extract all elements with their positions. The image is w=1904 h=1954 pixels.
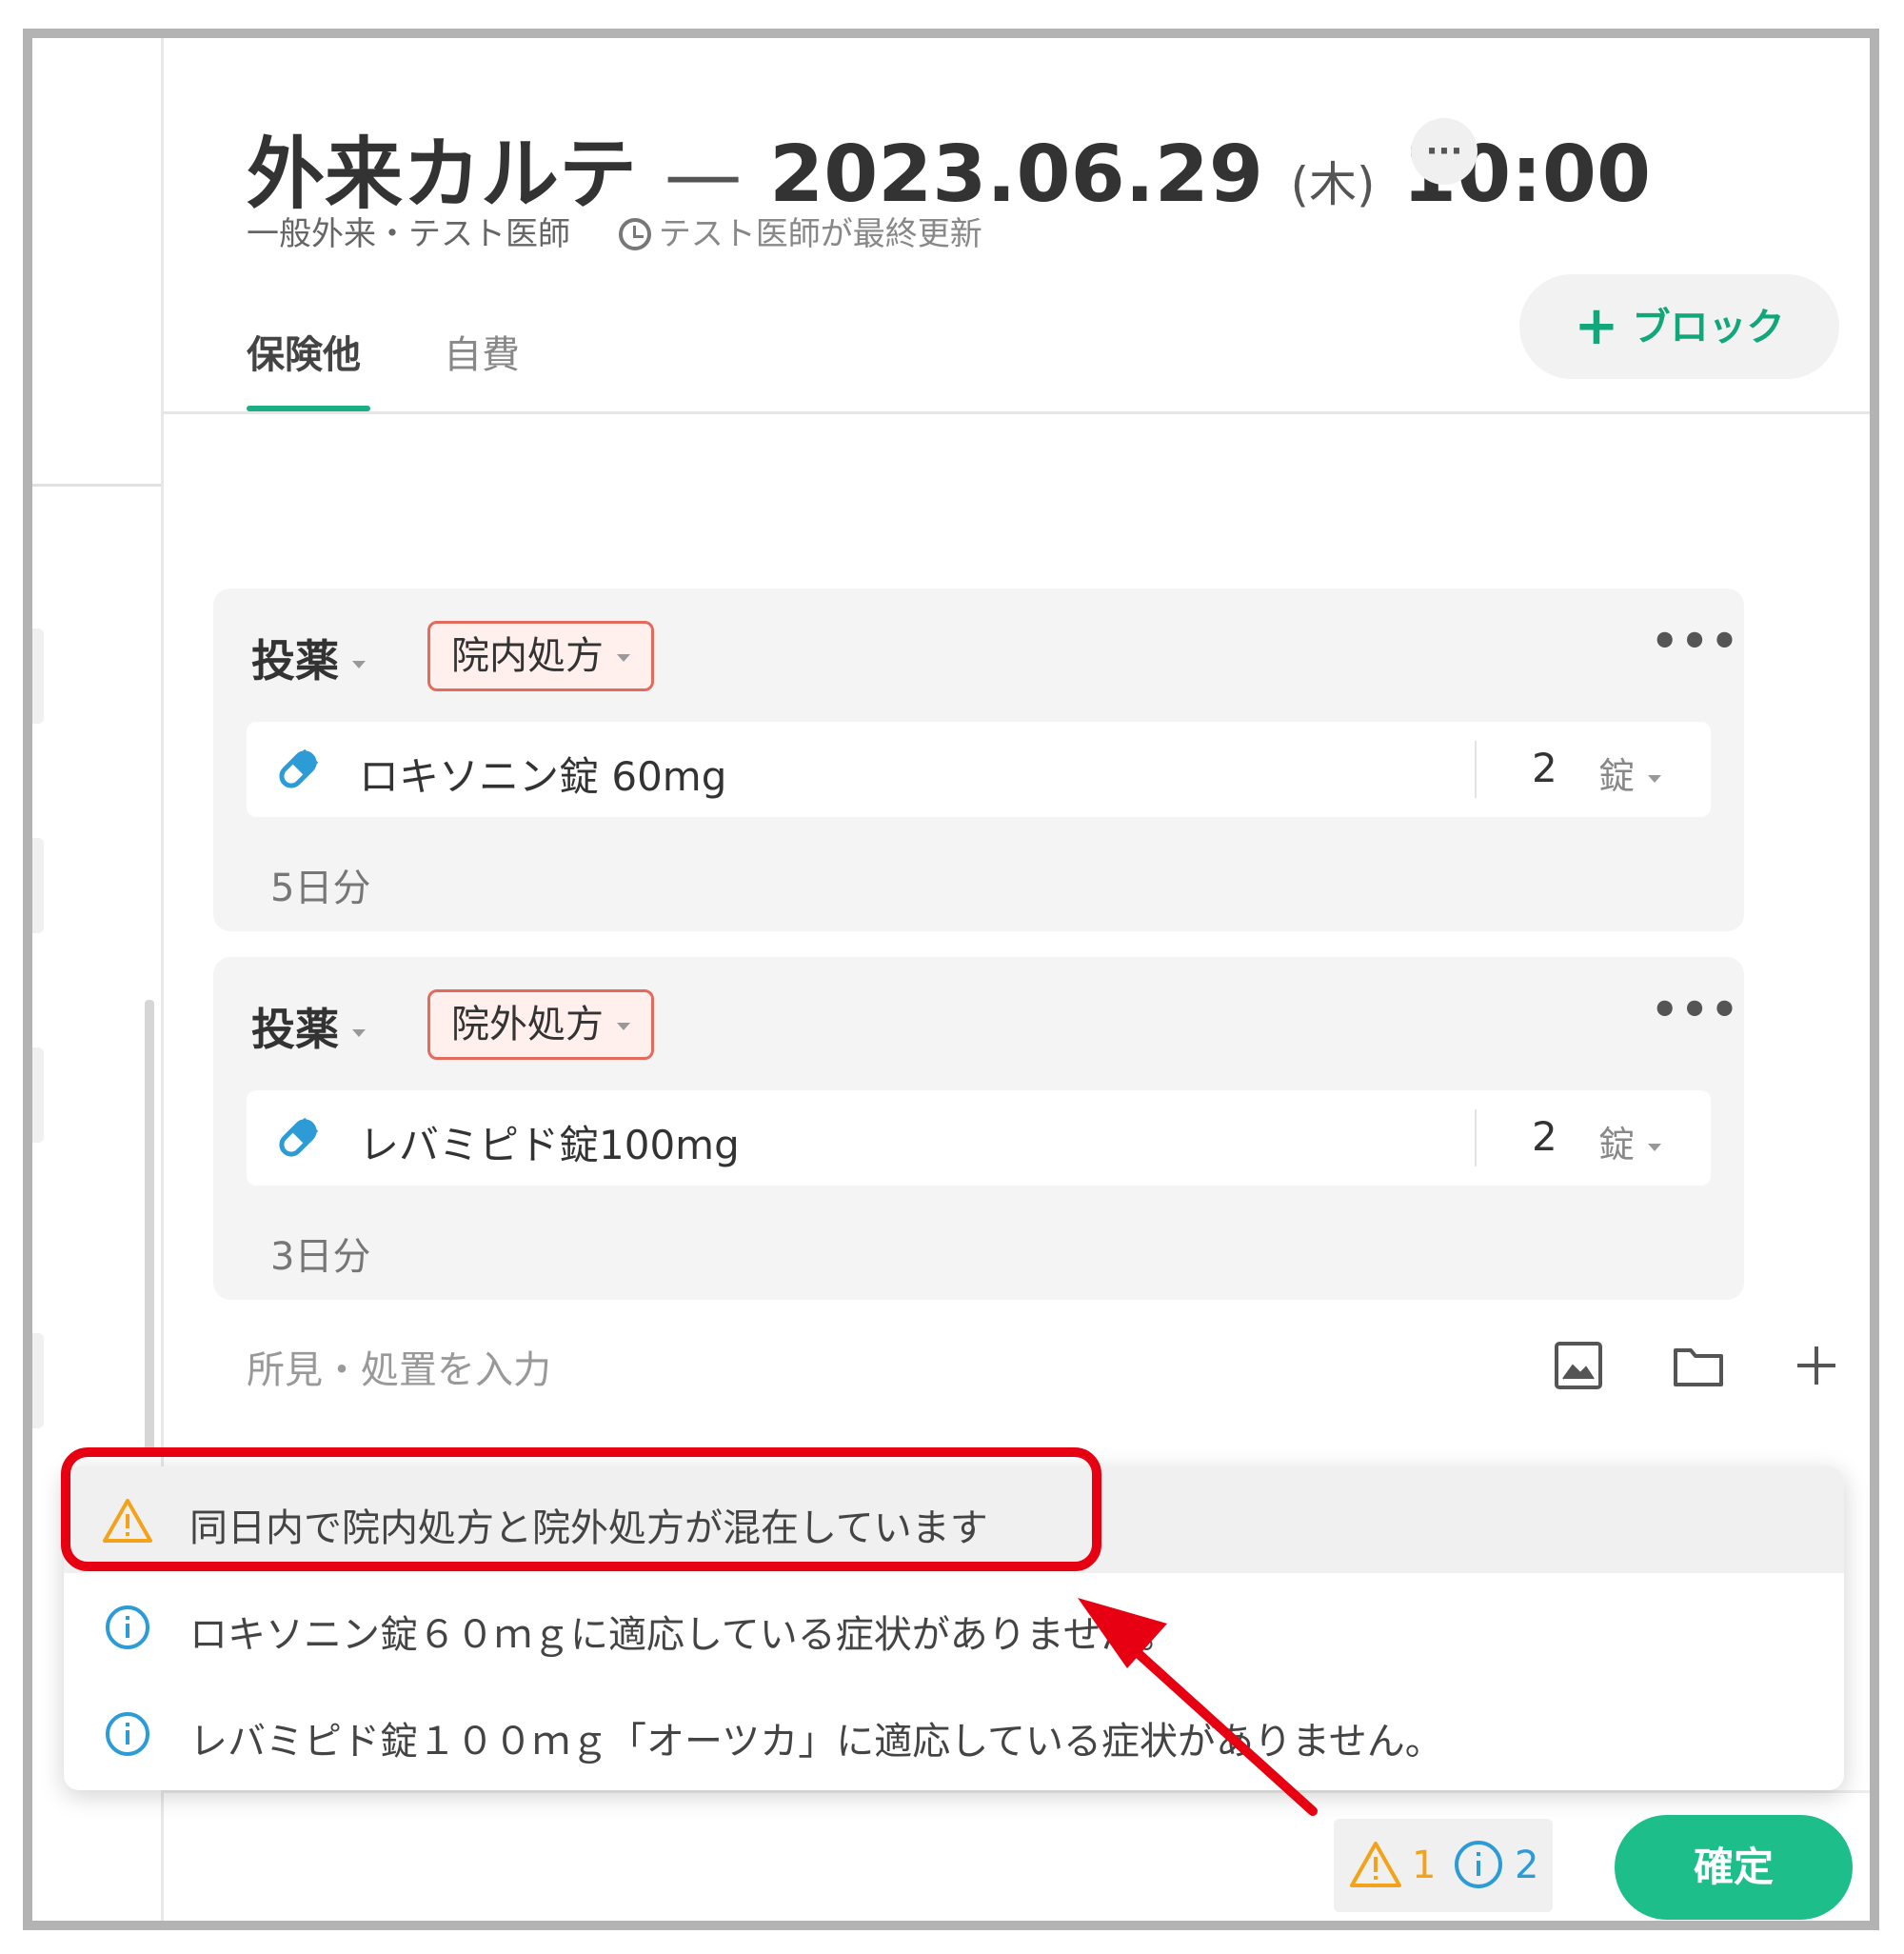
caret-down-icon [617, 654, 630, 662]
unit-selector[interactable]: 錠 [1598, 747, 1662, 799]
block-type-selector[interactable]: 投薬 [251, 995, 366, 1058]
alert-text: レバミピド錠１００ｍｇ「オーツカ」に適応している症状がありません。 [189, 1720, 1443, 1764]
left-panel-item[interactable] [32, 838, 44, 933]
footer-divider [161, 1790, 1870, 1793]
annotation-underline [1332, 1924, 1563, 1930]
scrollbar[interactable] [145, 1000, 154, 1457]
pill-icon [279, 1117, 319, 1157]
quantity-input[interactable]: 2 [1532, 1113, 1557, 1160]
medication-block: 投薬 院外処方 ••• レバミピド錠100mg 2 錠 3日分 [213, 957, 1744, 1300]
unit-label: 錠 [1598, 1124, 1636, 1166]
annotation-highlight-box [61, 1447, 1101, 1571]
prescription-type-selector[interactable]: 院内処方 [427, 621, 654, 691]
last-updated: テスト医師が最終更新 [618, 215, 982, 253]
caret-down-icon [617, 1023, 630, 1030]
left-panel-divider [32, 484, 161, 487]
block-more-button[interactable]: ••• [1651, 615, 1740, 667]
block-more-button[interactable]: ••• [1651, 984, 1740, 1035]
findings-input[interactable]: 所見・処置を入力 [247, 1339, 551, 1394]
header-more-button[interactable]: ··· [1411, 118, 1478, 185]
warning-count: 1 [1412, 1844, 1437, 1887]
visit-date: 2023.06.29 [769, 130, 1263, 220]
caret-down-icon [352, 1028, 366, 1037]
info-count: 2 [1515, 1844, 1539, 1887]
title-text: 外来カルテ [247, 130, 638, 220]
left-panel-item[interactable] [32, 628, 44, 724]
confirm-button[interactable]: 確定 [1615, 1815, 1853, 1920]
left-panel-item[interactable] [32, 1333, 44, 1428]
plus-icon: + [1574, 295, 1619, 357]
drug-row[interactable]: ロキソニン錠 60mg 2 錠 [247, 722, 1711, 817]
caret-down-icon [1648, 1143, 1662, 1151]
caret-down-icon [352, 660, 366, 668]
unit-selector[interactable]: 錠 [1598, 1115, 1662, 1167]
alert-status-button[interactable]: 1 2 [1334, 1819, 1553, 1912]
dosage-days[interactable]: 5日分 [270, 857, 370, 912]
history-icon [618, 218, 651, 250]
caret-down-icon [1648, 774, 1662, 783]
prescription-type-label: 院内処方 [451, 634, 604, 678]
drug-name: レバミピド錠100mg [359, 1122, 740, 1168]
unit-label: 錠 [1598, 755, 1636, 797]
block-type-label: 投薬 [251, 1004, 339, 1055]
tab-self-pay[interactable]: 自費 [444, 324, 520, 379]
drug-row[interactable]: レバミピド錠100mg 2 錠 [247, 1090, 1711, 1186]
add-block-label: ブロック [1632, 306, 1785, 349]
dosage-days[interactable]: 3日分 [270, 1226, 370, 1281]
medication-block: 投薬 院内処方 ••• ロキソニン錠 60mg 2 錠 5日分 [213, 588, 1744, 931]
last-updated-text: テスト医師が最終更新 [658, 215, 982, 253]
row-separator [1475, 1109, 1477, 1166]
title-dash: — [664, 130, 743, 220]
block-type-label: 投薬 [251, 635, 339, 687]
info-circle-icon [1455, 1841, 1502, 1888]
left-panel-item[interactable] [32, 1047, 44, 1143]
add-block-button[interactable]: + ブロック [1519, 274, 1839, 379]
tab-divider [161, 411, 1870, 414]
image-icon[interactable] [1552, 1339, 1605, 1392]
warning-triangle-icon [1350, 1842, 1401, 1887]
info-circle-icon [106, 1712, 149, 1756]
info-circle-icon [106, 1605, 149, 1649]
plus-icon[interactable] [1790, 1339, 1843, 1392]
tab-insurance[interactable]: 保険他 [247, 324, 361, 379]
alert-item-info[interactable]: レバミピド錠１００ｍｇ「オーツカ」に適応している症状がありません。 [64, 1680, 1844, 1786]
quantity-input[interactable]: 2 [1532, 745, 1557, 791]
block-type-selector[interactable]: 投薬 [251, 627, 366, 689]
visit-meta: 一般外来・テスト医師 テスト医師が最終更新 [247, 208, 982, 254]
prescription-type-selector[interactable]: 院外処方 [427, 989, 654, 1060]
folder-icon[interactable] [1672, 1339, 1725, 1392]
alert-text: ロキソニン錠６０ｍｇに適応している症状がありません。 [189, 1613, 1178, 1657]
prescription-type-label: 院外処方 [451, 1003, 604, 1047]
row-separator [1475, 741, 1477, 798]
drug-name: ロキソニン錠 60mg [359, 753, 727, 800]
department-label: 一般外来・テスト医師 [247, 215, 570, 253]
visit-weekday: (木) [1290, 157, 1376, 212]
alert-item-info[interactable]: ロキソニン錠６０ｍｇに適応している症状がありません。 [64, 1573, 1844, 1680]
pill-icon [279, 748, 319, 788]
chart-window: 外来カルテ — 2023.06.29 (木) 10:00 ··· 一般外来・テス… [23, 29, 1879, 1930]
